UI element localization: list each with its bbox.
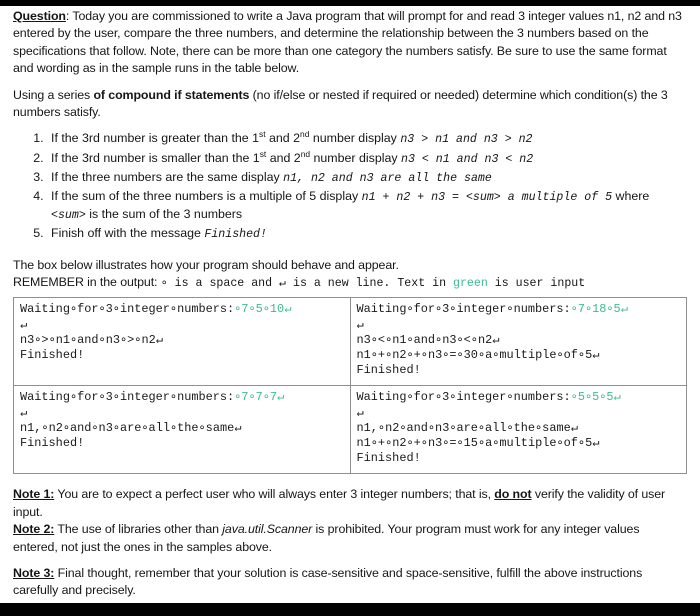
rule-superscript-second: nd <box>300 148 311 159</box>
rule-code: n1, n2 and n3 are all the same <box>283 171 492 185</box>
note-1: Note 1: You are to expect a perfect user… <box>13 486 687 521</box>
rule-tail-a: where <box>612 188 650 203</box>
sample-cell-2: Waiting∘for∘3∘integer∘numbers:∘7∘18∘5↵ ↵… <box>349 297 687 387</box>
sample-runs-table: Waiting∘for∘3∘integer∘numbers:∘7∘5∘10↵ ↵… <box>13 297 687 475</box>
rules-list: If the 3rd number is greater than the 1s… <box>13 130 687 244</box>
table-row: Waiting∘for∘3∘integer∘numbers:∘7∘7∘7↵ ↵ … <box>13 385 687 475</box>
approach-prefix: Using a series <box>13 87 94 102</box>
sample-line: ↵ <box>356 317 364 332</box>
remember-mid-two: is a new line. Text in <box>286 276 454 290</box>
remember-paragraph: REMEMBER in the output: ∘ is a space and… <box>13 274 687 292</box>
sample-text: Waiting∘for∘3∘integer∘numbers: <box>356 302 571 317</box>
sample-line: Waiting∘for∘3∘integer∘numbers:∘7∘18∘5↵ <box>357 302 682 317</box>
notes-section: Note 1: You are to expect a perfect user… <box>13 486 687 599</box>
approach-bold: of compound if statements <box>93 87 250 102</box>
document-content: Question: Today you are commissioned to … <box>13 8 687 600</box>
question-paragraph: Question: Today you are commissioned to … <box>13 8 687 78</box>
note-label: Note 3: <box>13 565 55 580</box>
rule-text-after: number display <box>309 131 401 146</box>
green-word: green <box>453 276 488 290</box>
sample-line: Finished! <box>356 451 421 466</box>
note-text-a: The use of libraries other than <box>54 522 223 537</box>
sample-line: Waiting∘for∘3∘integer∘numbers:∘7∘5∘10↵ <box>20 302 345 317</box>
rule-text-mid: and 2 <box>265 131 301 146</box>
question-body: : Today you are commissioned to write a … <box>13 9 682 76</box>
rule-item: If the 3rd number is greater than the 1s… <box>47 130 687 149</box>
rule-text-before: If the 3rd number is smaller than the 1 <box>51 150 260 165</box>
rule-item: Finish off with the message Finished! <box>47 225 687 244</box>
rule-code: n1 + n2 + n3 = <sum> a multiple of 5 <box>361 190 613 204</box>
sample-cell-3: Waiting∘for∘3∘integer∘numbers:∘7∘7∘7↵ ↵ … <box>13 385 351 475</box>
question-label: Question <box>13 9 66 23</box>
rule-tail-b: is the sum of the 3 numbers <box>85 207 243 222</box>
remember-mid-one: is a space and <box>167 276 280 290</box>
page-bottom-black-bar <box>0 603 700 616</box>
rule-text-before: If the 3rd number is greater than the 1 <box>51 131 260 146</box>
remember-prefix: REMEMBER in the output: <box>13 274 161 289</box>
sample-line: Finished! <box>20 435 85 450</box>
document-page: Question: Today you are commissioned to … <box>0 0 700 616</box>
rule-item: If the three numbers are the same displa… <box>47 169 687 188</box>
sample-line: Waiting∘for∘3∘integer∘numbers:∘7∘7∘7↵ <box>20 390 345 405</box>
sample-user-input: ∘7∘5∘10↵ <box>234 302 292 317</box>
sample-line: n1∘+∘n2∘+∘n3∘=∘30∘a∘multiple∘of∘5↵ <box>356 347 600 362</box>
note-emphasis: do not <box>494 487 532 502</box>
rule-item: If the 3rd number is smaller than the 1s… <box>47 148 687 169</box>
rule-code-tail: <sum> <box>51 209 86 223</box>
rule-item: If the sum of the three numbers is a mul… <box>47 188 687 225</box>
note-emphasis: java.util.Scanner <box>222 522 313 537</box>
approach-paragraph: Using a series of compound if statements… <box>13 87 687 122</box>
sample-user-input: ∘5∘5∘5↵ <box>570 390 621 405</box>
sample-line: Waiting∘for∘3∘integer∘numbers:∘5∘5∘5↵ <box>357 390 682 405</box>
remember-suffix: is user input <box>487 276 586 290</box>
sample-cell-4: Waiting∘for∘3∘integer∘numbers:∘5∘5∘5↵ ↵ … <box>349 385 687 475</box>
sample-text: Waiting∘for∘3∘integer∘numbers: <box>20 390 235 405</box>
note-text-a: You are to expect a perfect user who wil… <box>54 487 495 502</box>
rule-text-before: If the sum of the three numbers is a mul… <box>51 188 362 203</box>
rule-text-before: If the three numbers are the same displa… <box>51 169 284 184</box>
page-top-black-bar <box>0 0 700 6</box>
rule-code: n3 > n1 and n3 > n2 <box>400 133 533 147</box>
sample-line: n1,∘n2∘and∘n3∘are∘all∘the∘same↵ <box>356 420 578 435</box>
sample-text: Waiting∘for∘3∘integer∘numbers: <box>20 302 235 317</box>
box-intro-paragraph: The box below illustrates how your progr… <box>13 257 399 272</box>
note-3: Note 3: Final thought, remember that you… <box>13 565 687 600</box>
rule-text-mid: and 2 <box>266 150 301 165</box>
rule-code: Finished! <box>204 228 267 242</box>
sample-line: ↵ <box>356 405 364 420</box>
sample-line: ↵ <box>20 405 28 420</box>
sample-line: n3∘>∘n1∘and∘n3∘>∘n2↵ <box>20 332 163 347</box>
sample-line: Finished! <box>20 347 85 362</box>
sample-cell-1: Waiting∘for∘3∘integer∘numbers:∘7∘5∘10↵ ↵… <box>13 297 351 387</box>
note-label: Note 2: <box>13 522 55 537</box>
space-dot-glyph: ∘ <box>160 276 168 290</box>
sample-text: Waiting∘for∘3∘integer∘numbers: <box>356 390 571 405</box>
newline-glyph: ↵ <box>279 276 287 290</box>
sample-line: n3∘<∘n1∘and∘n3∘<∘n2↵ <box>356 332 500 347</box>
rule-superscript-second: nd <box>300 129 310 140</box>
rule-text-after: number display <box>310 150 401 165</box>
note-label: Note 1: <box>13 487 55 502</box>
note-text-a: Final thought, remember that your soluti… <box>13 565 643 598</box>
note-2: Note 2: The use of libraries other than … <box>13 521 687 556</box>
sample-line: n1∘+∘n2∘+∘n3∘=∘15∘a∘multiple∘of∘5↵ <box>356 435 600 450</box>
sample-user-input: ∘7∘18∘5↵ <box>570 302 628 317</box>
table-row: Waiting∘for∘3∘integer∘numbers:∘7∘5∘10↵ ↵… <box>13 297 687 387</box>
sample-user-input: ∘7∘7∘7↵ <box>234 390 285 405</box>
sample-line: Finished! <box>356 363 421 378</box>
sample-line: n1,∘n2∘and∘n3∘are∘all∘the∘same↵ <box>20 420 242 435</box>
rule-text-before: Finish off with the message <box>51 226 205 241</box>
rule-code: n3 < n1 and n3 < n2 <box>401 152 534 166</box>
sample-line: ↵ <box>20 317 28 332</box>
